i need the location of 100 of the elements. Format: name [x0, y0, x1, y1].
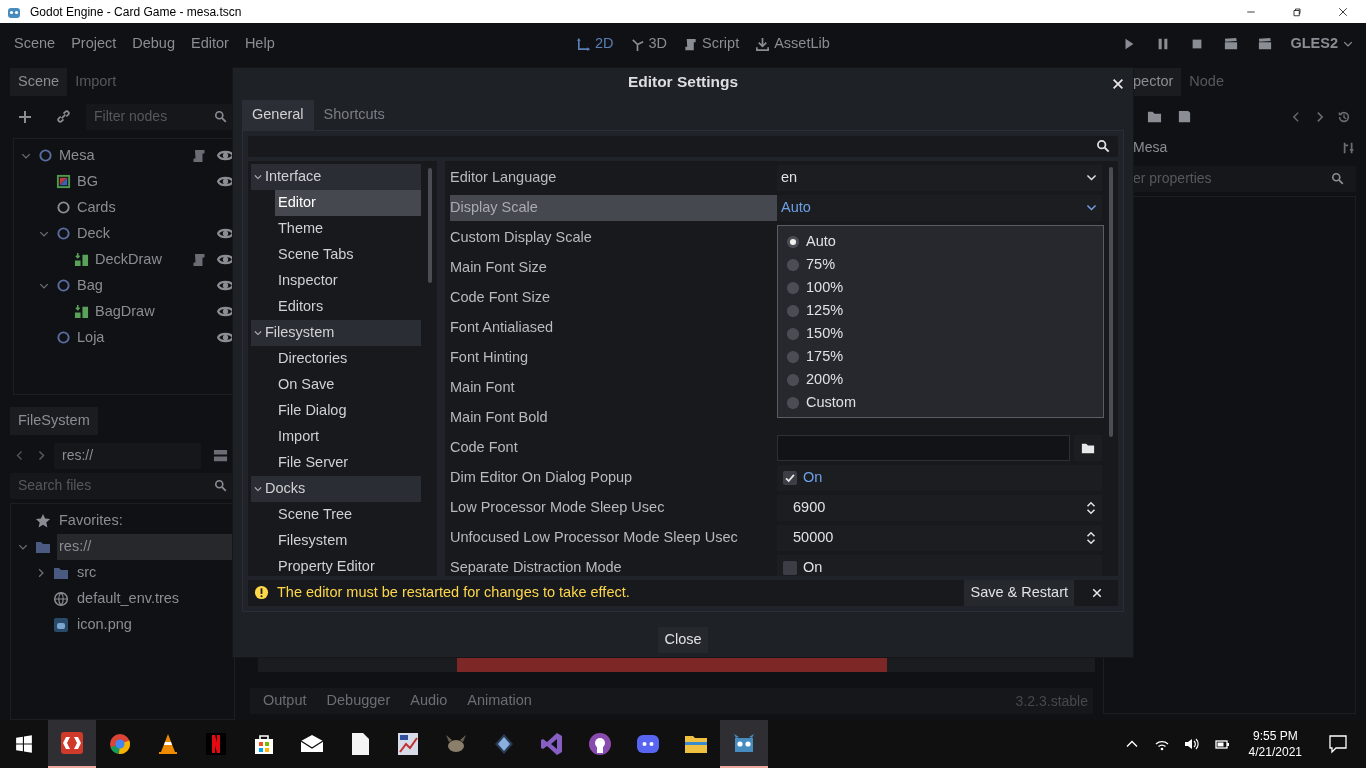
menu-item[interactable]: Scene: [6, 31, 64, 57]
ring-icon: [38, 148, 53, 164]
menu-item[interactable]: Debug: [124, 31, 183, 57]
tile-icon: [204, 732, 228, 756]
dropdown-field[interactable]: en: [777, 164, 1102, 191]
save-restart-button[interactable]: Save & Restart: [964, 579, 1074, 606]
menu-item[interactable]: Editor: [183, 31, 237, 57]
node-name[interactable]: Cards: [77, 196, 207, 219]
scroll-icon[interactable]: [191, 147, 207, 164]
setting-label: Font Antialiased: [450, 317, 555, 337]
clock-date[interactable]: 4/21/2021: [1248, 744, 1302, 761]
close-dialog-button[interactable]: Close: [658, 626, 708, 653]
radio-option[interactable]: Custom: [786, 391, 1095, 414]
node-name[interactable]: Mesa: [59, 144, 191, 167]
speech-bubble-icon: [1328, 734, 1348, 754]
radio-option[interactable]: 125%: [786, 299, 1095, 322]
warning-message: The editor must be restarted for changes to take effect.: [277, 582, 631, 602]
renderer-dropdown[interactable]: GLES2: [1284, 31, 1360, 57]
section-item[interactable]: Theme: [275, 215, 421, 242]
folder-icon: [1146, 109, 1162, 125]
file-item[interactable]: src: [75, 561, 234, 584]
workspace-tab[interactable]: 3D: [623, 31, 674, 57]
scroll-icon[interactable]: [191, 251, 207, 268]
section-item[interactable]: Scene Tabs: [275, 241, 421, 268]
setting-label: Code Font Size: [450, 287, 551, 307]
setting-label: Display Scale: [450, 194, 777, 221]
radio-option[interactable]: 75%: [786, 253, 1095, 276]
workspace-tab[interactable]: AssetLib: [749, 31, 836, 57]
file-item[interactable]: res://: [57, 533, 234, 560]
setting-label: Main Font Size: [450, 257, 548, 277]
panel-tab[interactable]: Output: [255, 687, 315, 715]
section-header[interactable]: Docks: [251, 475, 421, 502]
folder-button[interactable]: [1074, 434, 1102, 461]
workspace-tab[interactable]: Script: [677, 31, 746, 57]
menu-item[interactable]: Project: [63, 31, 125, 57]
setting-label: Separate Distraction Mode: [450, 557, 623, 576]
scrollbar[interactable]: [1109, 166, 1113, 437]
section-item[interactable]: Scene Tree: [275, 501, 421, 528]
settings-tab[interactable]: Shortcuts: [313, 100, 395, 130]
settings-tab[interactable]: General: [242, 100, 314, 130]
search-field[interactable]: [248, 135, 1118, 157]
section-item[interactable]: Editor: [275, 189, 421, 216]
workspace-tab[interactable]: 2D: [570, 31, 620, 57]
bag-icon: [252, 732, 276, 756]
section-item[interactable]: Editors: [275, 293, 421, 320]
radio-option[interactable]: 150%: [786, 322, 1095, 345]
panel-tab[interactable]: Debugger: [318, 687, 399, 715]
section-header[interactable]: Filesystem: [251, 319, 421, 346]
number-field[interactable]: 50000: [777, 524, 1102, 551]
restore-icon: [1291, 5, 1303, 18]
dock-tab[interactable]: FileSystem: [10, 406, 98, 435]
section-header[interactable]: Interface: [251, 163, 421, 190]
node-name[interactable]: Deck: [77, 222, 207, 245]
section-item[interactable]: Inspector: [275, 267, 421, 294]
file-item[interactable]: Favorites:: [57, 509, 234, 532]
scrollbar[interactable]: [428, 167, 432, 283]
node-name[interactable]: Loja: [77, 326, 207, 349]
search-icon: [214, 110, 227, 124]
circle-icon: [588, 732, 612, 756]
radio-option[interactable]: 175%: [786, 345, 1095, 368]
instance-icon: [74, 304, 89, 320]
section-item[interactable]: Property Editor: [275, 553, 421, 576]
file-path-field[interactable]: [777, 434, 1071, 461]
section-item[interactable]: On Save: [275, 371, 421, 398]
clapperboard-icon: [1224, 37, 1239, 51]
stepper-icon: [1084, 530, 1098, 545]
radio-option[interactable]: 200%: [786, 368, 1095, 391]
setting-label: Main Font: [450, 377, 516, 397]
path-field[interactable]: res://: [54, 442, 201, 469]
radio-option[interactable]: 100%: [786, 276, 1095, 299]
number-field[interactable]: 6900: [777, 494, 1102, 521]
file-item[interactable]: default_env.tres: [75, 587, 234, 610]
checkbox[interactable]: On: [777, 554, 1102, 576]
node-name[interactable]: DeckDraw: [95, 248, 191, 271]
checkbox[interactable]: On: [777, 464, 1102, 491]
panel-tab[interactable]: Animation: [459, 687, 540, 715]
menu-item[interactable]: Help: [236, 31, 283, 57]
dropdown-field[interactable]: Auto: [777, 194, 1102, 221]
taskbar-app[interactable]: [720, 720, 768, 768]
window-title: Godot Engine - Card Game - mesa.tscn: [30, 3, 242, 21]
section-item[interactable]: Filesystem: [275, 527, 421, 554]
checkbox-icon: [783, 560, 797, 575]
clock-time[interactable]: 9:55 PM: [1248, 727, 1302, 744]
section-item[interactable]: Import: [275, 423, 421, 450]
download-icon: [755, 36, 771, 52]
split-icon: [212, 448, 228, 463]
chat-icon: [636, 732, 660, 756]
scroll-icon: [683, 36, 699, 52]
section-item[interactable]: File Server: [275, 449, 421, 476]
dock-tab[interactable]: Scene: [10, 68, 68, 96]
node-name[interactable]: Bag: [77, 274, 207, 297]
diamond-icon: [492, 732, 516, 756]
node-name[interactable]: BagDraw: [95, 300, 207, 323]
node-name[interactable]: BG: [77, 170, 207, 193]
file-item[interactable]: icon.png: [75, 613, 234, 636]
section-item[interactable]: File Dialog: [275, 397, 421, 424]
section-item[interactable]: Directories: [275, 345, 421, 372]
radio-option[interactable]: Auto: [786, 230, 1095, 253]
taskbar-app[interactable]: [48, 720, 96, 768]
panel-tab[interactable]: Audio: [402, 687, 456, 715]
